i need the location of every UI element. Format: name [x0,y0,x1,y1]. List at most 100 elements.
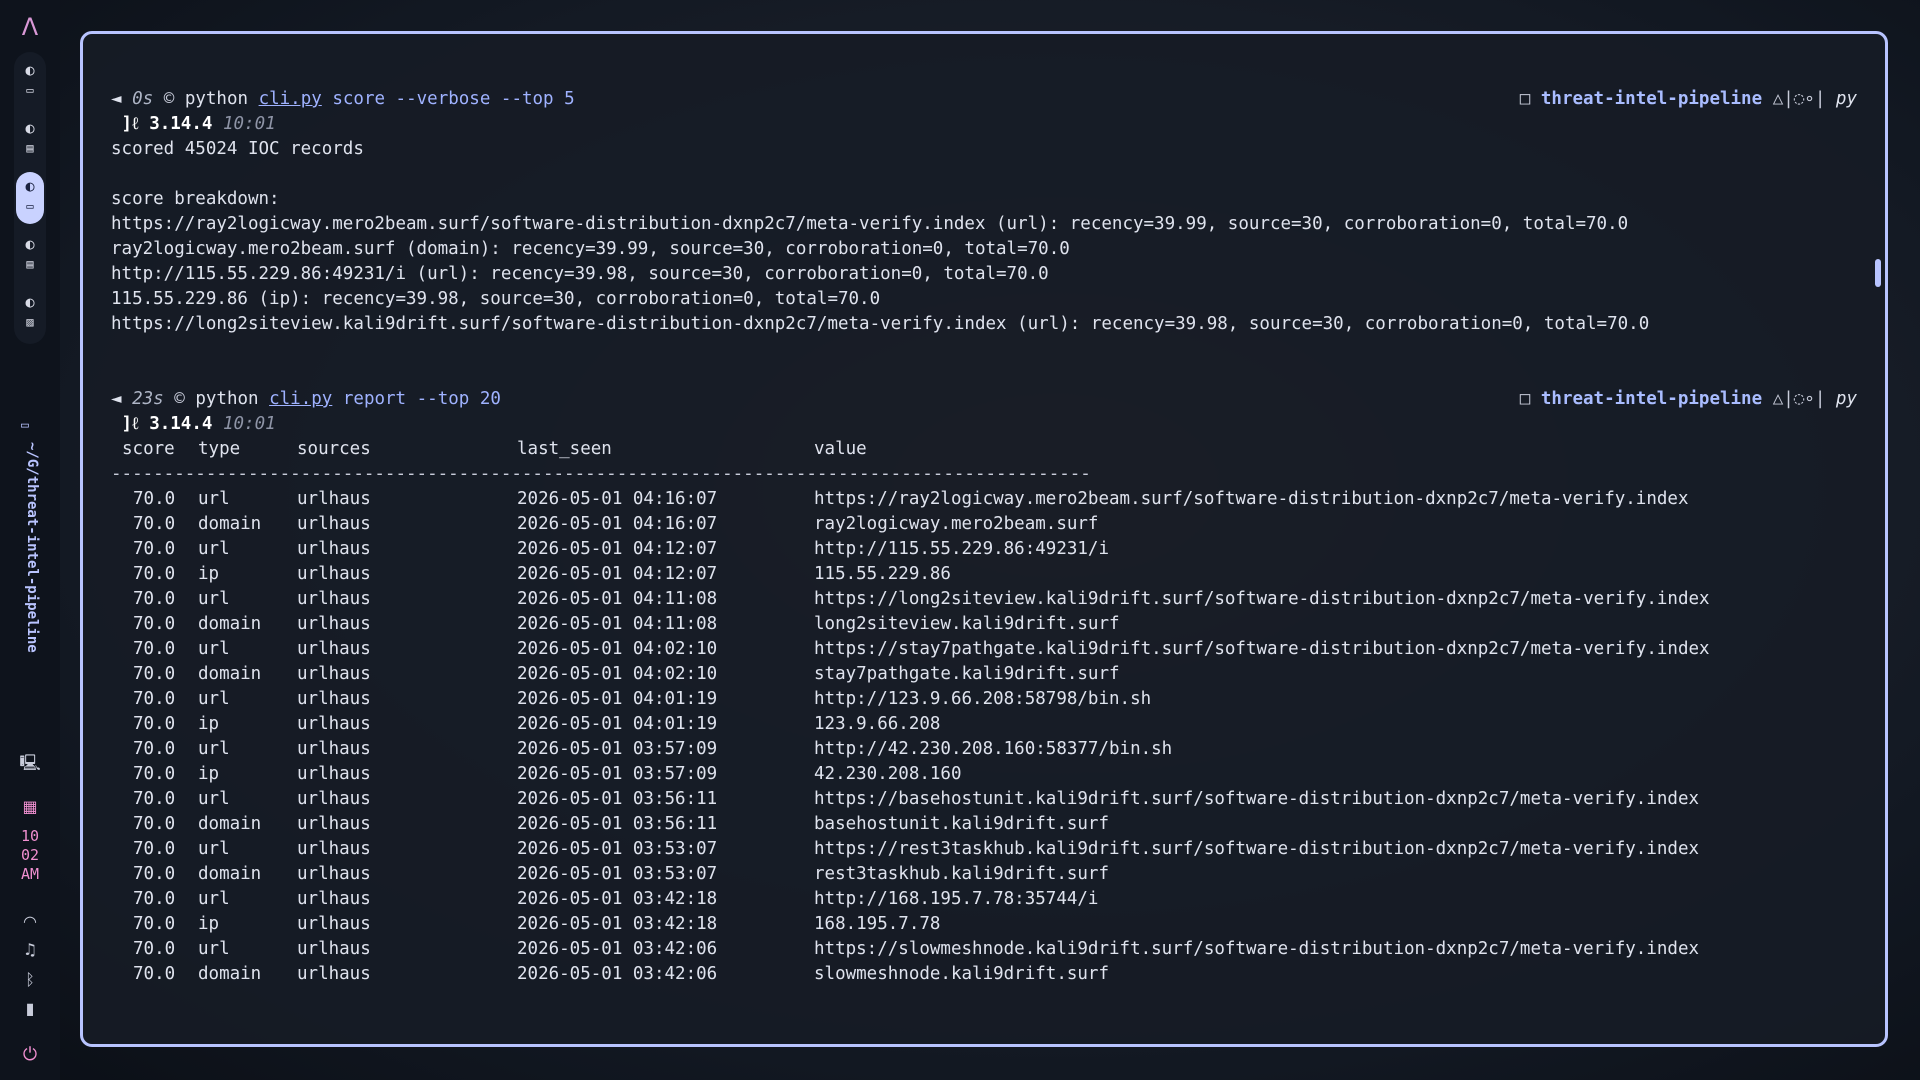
cell-last-seen: 2026-05-01 04:11:08 [517,614,718,634]
prompt-line: ◄ 0s © python cli.py score --verbose --t… [111,87,575,111]
cell-last-seen: 2026-05-01 04:12:07 [517,539,718,559]
git-status-icon: △|◌∘| [1772,89,1826,109]
cell-score: 70.0 [133,864,176,884]
python-version: 3.14.4 [149,414,213,434]
workspace-2[interactable]: ◐ ▤ [16,114,44,166]
lang-label: py [1835,389,1857,409]
clock[interactable]: 10 02 AM [0,827,60,884]
cell-value: stay7pathgate.kali9drift.surf [814,664,1120,684]
cell-score: 70.0 [133,814,176,834]
calendar-icon[interactable]: ▦ [0,797,60,816]
cell-type: ip [198,914,220,934]
workspace-1[interactable]: ◐ ▭ [16,56,44,108]
col-header-value: value [814,439,867,459]
cell-sources: urlhaus [297,739,371,759]
cell-score: 70.0 [133,614,176,634]
cell-value: http://115.55.229.86:49231/i [814,539,1110,559]
cell-last-seen: 2026-05-01 03:53:07 [517,839,718,859]
col-header-type: type [198,439,241,459]
output-line: https://ray2logicway.mero2beam.surf/soft… [111,214,1629,234]
cell-type: url [198,889,230,909]
terminal-icon: ▭ [21,418,29,433]
cell-type: ip [198,764,220,784]
cell-value: basehostunit.kali9drift.surf [814,814,1110,834]
folder-box-icon: □ [1519,389,1531,409]
audio-icon[interactable]: ♫ [0,940,60,959]
workspace-4[interactable]: ◐ ▤ [16,230,44,282]
terminal-window[interactable]: ◄ 0s © python cli.py score --verbose --t… [80,31,1888,1047]
cell-score: 70.0 [133,764,176,784]
cell-value: http://123.9.66.208:58798/bin.sh [814,689,1152,709]
col-header-score: score [122,439,175,459]
cell-last-seen: 2026-05-01 03:42:06 [517,939,718,959]
cell-value: 123.9.66.208 [814,714,941,734]
moon-icon: ◐ [25,293,35,311]
cell-last-seen: 2026-05-01 03:42:06 [517,964,718,984]
clock-minute: 02 [20,846,40,864]
bluetooth-icon[interactable]: ᛒ [0,970,60,989]
cell-sources: urlhaus [297,814,371,834]
cell-last-seen: 2026-05-01 04:11:08 [517,589,718,609]
scrollbar-thumb[interactable] [1875,259,1881,287]
cell-sources: urlhaus [297,714,371,734]
cell-score: 70.0 [133,914,176,934]
prompt-right: □ threat-intel-pipeline △|◌∘| py [1520,387,1857,411]
cell-value: slowmeshnode.kali9drift.surf [814,964,1110,984]
cell-type: url [198,789,230,809]
workspace-3[interactable]: ◐ ▭ [16,172,44,224]
cell-score: 70.0 [133,639,176,659]
power-icon[interactable]: ⏻ [0,1044,60,1065]
output-line: 115.55.229.86 (ip): recency=39.98, sourc… [111,289,881,309]
cell-sources: urlhaus [297,564,371,584]
cell-type: url [198,839,230,859]
cell-sources: urlhaus [297,639,371,659]
cell-score: 70.0 [133,739,176,759]
col-header-sources: sources [297,439,371,459]
battery-icon[interactable]: ▮ [0,999,60,1018]
cell-sources: urlhaus [297,939,371,959]
moon-icon: ◐ [25,119,35,137]
python-icon: ]ℓ [121,114,139,134]
cell-type: url [198,939,230,959]
cell-value: 115.55.229.86 [814,564,951,584]
cell-sources: urlhaus [297,889,371,909]
cell-value: ray2logicway.mero2beam.surf [814,514,1099,534]
git-status-icon: △|◌∘| [1772,389,1826,409]
cmd-file-link[interactable]: cli.py [269,389,332,409]
cmd-file-link[interactable]: cli.py [259,89,322,109]
cell-score: 70.0 [133,689,176,709]
cell-type: ip [198,714,220,734]
moon-icon: ◐ [25,235,35,253]
folder-box-icon: □ [1519,89,1531,109]
window-icon: ▤ [26,141,34,155]
clock-ampm: AM [20,865,40,883]
cell-last-seen: 2026-05-01 04:02:10 [517,639,718,659]
prompt-arrow-icon: ◄ [111,89,122,109]
cell-type: url [198,489,230,509]
arch-logo-icon[interactable]: Λ [17,14,43,40]
cell-value: https://ray2logicway.mero2beam.surf/soft… [814,489,1689,509]
cell-sources: urlhaus [297,914,371,934]
cmd-duration: 0s [132,89,154,109]
cell-score: 70.0 [133,664,176,684]
cell-score: 70.0 [133,789,176,809]
cell-score: 70.0 [133,964,176,984]
cell-type: domain [198,814,262,834]
cell-score: 70.0 [133,489,176,509]
lang-label: py [1835,89,1857,109]
moon-icon: ◐ [25,61,35,79]
workspace-5[interactable]: ◐ ▨ [16,288,44,340]
monitor-icon[interactable]: 🖳 [0,752,60,779]
cell-type: domain [198,864,262,884]
cell-score: 70.0 [133,714,176,734]
cell-sources: urlhaus [297,864,371,884]
cell-score: 70.0 [133,939,176,959]
output-line: https://long2siteview.kali9drift.surf/so… [111,314,1650,334]
cell-sources: urlhaus [297,514,371,534]
moon-icon: ◐ [25,177,35,195]
cell-score: 70.0 [133,889,176,909]
terminal-icon: ▭ [26,83,34,97]
window-icon: ▤ [26,257,34,271]
wifi-icon[interactable]: ◠ [0,912,60,931]
cell-last-seen: 2026-05-01 03:57:09 [517,739,718,759]
